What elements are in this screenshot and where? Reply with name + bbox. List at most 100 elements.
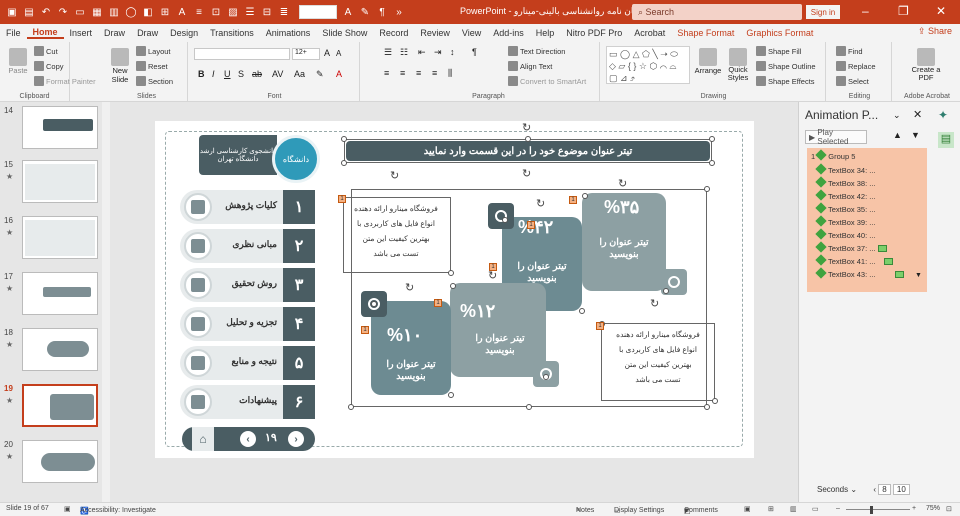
resize-handle[interactable] (450, 283, 456, 289)
paste-button[interactable]: Paste (6, 48, 30, 75)
select-button[interactable]: Select (836, 76, 869, 86)
animation-tag[interactable]: 1 (361, 326, 369, 334)
highlight-icon[interactable]: ✎ (359, 6, 371, 18)
columns-icon[interactable]: ⫼ (448, 68, 452, 79)
tab-acrobat[interactable]: Acrobat (628, 28, 671, 38)
timeline-from[interactable]: 8 (878, 484, 891, 495)
resize-handle[interactable] (582, 193, 588, 199)
resize-handle[interactable] (341, 136, 347, 142)
spacing-icon[interactable]: AV (272, 69, 283, 79)
rotate-handle-icon[interactable]: ↻ (650, 297, 659, 310)
seconds-dropdown-icon[interactable]: ⌄ (850, 485, 859, 494)
animation-item[interactable]: TextBox 38: ... (815, 176, 876, 188)
resize-handle[interactable] (712, 398, 718, 404)
case-icon[interactable]: Aa (294, 69, 305, 79)
cut-button[interactable]: Cut (34, 46, 58, 56)
animation-tag[interactable]: 1 (596, 322, 604, 330)
timeline-to[interactable]: 10 (892, 484, 910, 495)
tab-review[interactable]: Review (414, 28, 456, 38)
resize-handle[interactable] (526, 404, 532, 410)
rotate-handle-icon[interactable]: ↻ (618, 177, 627, 190)
tab-help[interactable]: Help (530, 28, 561, 38)
resize-handle[interactable] (709, 160, 715, 166)
undo-icon[interactable]: ↶ (40, 6, 52, 18)
rtl-paragraph-icon[interactable]: ¶ (472, 47, 477, 57)
menu-item-2[interactable]: مبانی نظری ۲ (180, 229, 315, 263)
animation-item[interactable]: TextBox 34: ... (815, 163, 876, 175)
canvas-horizontal-scrollbar[interactable] (111, 487, 797, 501)
slide-thumbnail[interactable] (22, 216, 98, 259)
spell-check-icon[interactable]: ▣ (64, 505, 71, 513)
restore-icon[interactable]: ❐ (898, 4, 909, 18)
rotate-handle-icon[interactable]: ↻ (522, 121, 531, 134)
resize-handle[interactable] (543, 374, 549, 380)
tab-transitions[interactable]: Transitions (204, 28, 260, 38)
slide-thumbnail[interactable] (22, 328, 98, 371)
signin-button[interactable]: Sign in (806, 5, 840, 19)
tab-shape-format[interactable]: Shape Format (671, 28, 740, 38)
animation-item[interactable]: TextBox 41: ... (815, 254, 876, 266)
new-slide-button[interactable]: New Slide (108, 48, 132, 84)
tab-animations[interactable]: Animations (260, 28, 317, 38)
bold-icon[interactable]: B (198, 69, 205, 79)
selection-box[interactable] (601, 323, 715, 401)
timing-bar[interactable] (878, 245, 887, 252)
strikethrough-icon[interactable]: ab (252, 69, 262, 79)
arrange-button[interactable]: Arrange (694, 48, 722, 75)
zoom-in-icon[interactable]: + (912, 505, 916, 512)
italic-icon[interactable]: I (212, 69, 215, 79)
share-button[interactable]: ⇪ Share (918, 26, 952, 37)
tab-nitro[interactable]: Nitro PDF Pro (560, 28, 628, 38)
slide-thumbnail[interactable] (22, 440, 98, 483)
tab-draw-2[interactable]: Draw (131, 28, 164, 38)
font-dropdown[interactable] (299, 5, 337, 19)
tab-design[interactable]: Design (164, 28, 204, 38)
tab-record[interactable]: Record (373, 28, 414, 38)
tab-add-ins[interactable]: Add-ins (487, 28, 530, 38)
save-icon[interactable]: ▤ (23, 6, 35, 18)
move-up-icon[interactable]: ▲ (893, 130, 902, 140)
menu-item-6[interactable]: پیشنهادات ۶ (180, 385, 315, 419)
justify-icon[interactable]: ≡ (432, 68, 437, 78)
tab-home[interactable]: Home (26, 27, 64, 39)
animation-tag[interactable]: 1 (434, 299, 442, 307)
outdent-icon[interactable]: ⇤ (418, 47, 426, 58)
bullet-icon[interactable]: ≡ (193, 6, 205, 18)
slide-thumbnail[interactable] (22, 160, 98, 203)
shape-effects-button[interactable]: Shape Effects (756, 76, 815, 86)
dropdown-arrow-icon[interactable]: ▼ (915, 272, 922, 279)
align-text-button[interactable]: Align Text (508, 61, 552, 71)
ruler-icon[interactable]: ⊟ (261, 6, 273, 18)
design-ideas-icon[interactable]: ✦ (938, 108, 954, 124)
thumbnails-scrollbar[interactable] (102, 102, 110, 502)
fit-icon[interactable]: ⊡ (210, 6, 222, 18)
menu-item-5[interactable]: نتیجه و منابع ۵ (180, 346, 315, 380)
tab-insert[interactable]: Insert (64, 28, 99, 38)
zoom-level[interactable]: 75% (926, 505, 940, 512)
resize-handle[interactable] (704, 404, 710, 410)
bullets-icon[interactable]: ☰ (384, 47, 392, 58)
home-icon[interactable]: ⌂ (192, 427, 214, 451)
tab-graphics-format[interactable]: Graphics Format (740, 28, 819, 38)
resize-handle[interactable] (371, 301, 377, 307)
animation-pane-icon[interactable]: ▤ (938, 132, 954, 148)
animation-item[interactable]: TextBox 39: ... (815, 215, 876, 227)
animation-tag[interactable]: 1 (489, 263, 497, 271)
animation-item[interactable]: TextBox 40: ... (815, 228, 876, 240)
timing-bar[interactable] (884, 258, 893, 265)
line-spacing-icon[interactable]: ↕ (450, 47, 455, 57)
slide-thumbnail-current[interactable] (22, 384, 98, 427)
underline-icon[interactable]: U (224, 69, 231, 79)
zoom-slider-thumb[interactable] (870, 506, 873, 514)
tab-slide-show[interactable]: Slide Show (316, 28, 373, 38)
font-color-button-icon[interactable]: A (336, 69, 342, 79)
play-selected-button[interactable]: ▶ Play Selected (805, 128, 867, 146)
shadow-icon[interactable]: S (238, 69, 244, 79)
animation-item[interactable]: 1 Group 5 (811, 149, 855, 161)
zoom-out-icon[interactable]: – (836, 505, 840, 512)
timing-bar[interactable] (895, 271, 904, 278)
animation-item[interactable]: TextBox 42: ... (815, 189, 876, 201)
more-icon[interactable]: » (393, 6, 405, 18)
circle-icon[interactable]: ◯ (125, 6, 137, 18)
picture-icon[interactable]: ▨ (227, 6, 239, 18)
